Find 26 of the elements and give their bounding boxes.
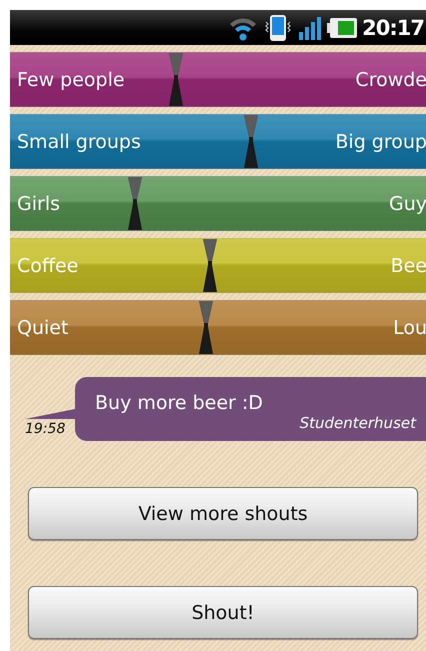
- slider-label: Lou: [393, 316, 426, 338]
- slider-label: Quiet: [17, 316, 68, 338]
- slider-thumb[interactable]: [202, 239, 217, 292]
- action-button[interactable]: Shout!: [28, 586, 418, 639]
- slider-thumb[interactable]: [198, 301, 213, 354]
- slider-label: Small groups: [17, 130, 141, 152]
- shout-time: 19:58: [25, 421, 66, 439]
- shout-message: Buy more beer :D: [95, 392, 264, 414]
- slider-label: Bee: [390, 254, 426, 276]
- slider-label: Crowde: [355, 68, 426, 90]
- slider-thumb[interactable]: [128, 177, 142, 230]
- shout-author: Studenterhuset: [300, 414, 416, 432]
- slider-label: Few people: [17, 68, 125, 90]
- battery-icon: [327, 16, 358, 38]
- slider-label: Big group: [335, 130, 426, 152]
- slider-thumb[interactable]: [169, 53, 184, 106]
- slider-label: Girls: [17, 192, 60, 214]
- vibrate-icon: [263, 14, 294, 42]
- clock-time: 20:17: [362, 16, 424, 40]
- action-button[interactable]: View more shouts: [28, 487, 418, 540]
- slider-bar[interactable]: Quiet Lou: [10, 300, 426, 355]
- slider-label: Coffee: [17, 254, 78, 276]
- slider-thumb[interactable]: [244, 115, 258, 168]
- slider-bar[interactable]: Few people Crowde: [10, 52, 426, 107]
- slider-bar[interactable]: Small groups Big group: [10, 114, 426, 169]
- signal-icon: [298, 14, 322, 40]
